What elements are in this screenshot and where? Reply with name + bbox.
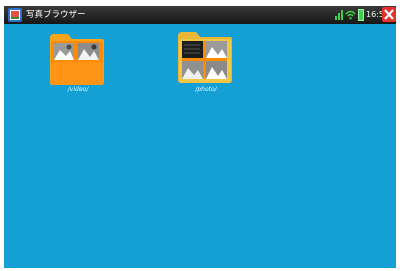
status-bar: 写真ブラウザー 16:52:48 [4, 6, 396, 24]
photo-folder-icon [178, 32, 232, 83]
wifi-icon [345, 10, 356, 20]
folder-video[interactable] [48, 32, 106, 88]
folder-photo-label: /photo/ [195, 86, 217, 93]
close-button[interactable] [382, 7, 396, 22]
folder-grid: /video/ /photo/ [4, 24, 396, 268]
app-title: 写真ブラウザー [26, 10, 86, 20]
video-folder-icon [50, 34, 104, 85]
signal-icon [335, 10, 343, 20]
photo-browser-app-icon [8, 8, 22, 22]
folder-video-label: /video/ [67, 86, 89, 93]
battery-icon [358, 9, 364, 21]
device-screen: 写真ブラウザー 16:52:48 [4, 6, 396, 268]
folder-photo[interactable] [176, 30, 234, 86]
